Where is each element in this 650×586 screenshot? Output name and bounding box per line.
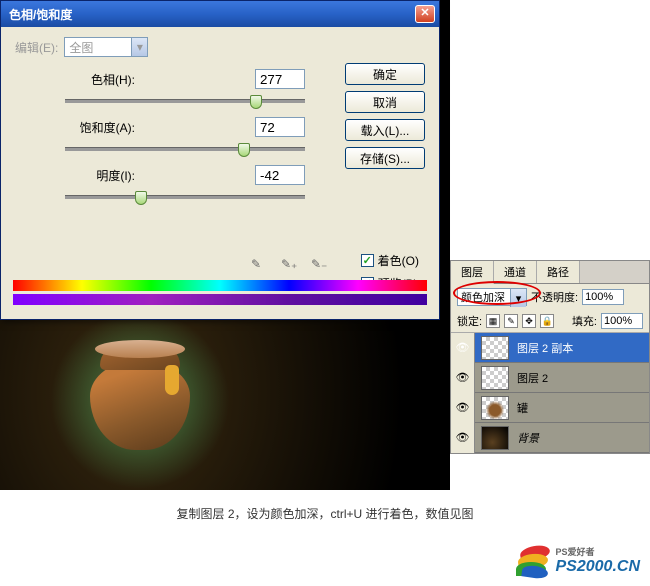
fill-label: 填充: bbox=[572, 313, 597, 329]
dialog-title: 色相/饱和度 bbox=[9, 6, 415, 23]
close-button[interactable]: ✕ bbox=[415, 5, 435, 23]
logo-text: PS爱好者 PS2000.CN bbox=[556, 545, 641, 576]
visibility-eye-icon[interactable]: 👁 bbox=[451, 333, 475, 363]
cancel-button[interactable]: 取消 bbox=[345, 91, 425, 113]
layer-item[interactable]: 👁 图层 2 副本 bbox=[451, 333, 649, 363]
hue-input[interactable] bbox=[255, 69, 305, 89]
saturation-slider[interactable] bbox=[65, 141, 305, 157]
layer-name: 图层 2 bbox=[515, 370, 649, 386]
spectrum-bars bbox=[13, 280, 427, 305]
colorize-label: 着色(O) bbox=[378, 252, 419, 269]
saturation-input[interactable] bbox=[255, 117, 305, 137]
visibility-eye-icon[interactable]: 👁 bbox=[451, 363, 475, 393]
saturation-label: 饱和度(A): bbox=[65, 119, 145, 136]
chevron-down-icon: ▾ bbox=[131, 38, 147, 56]
blend-mode-combo[interactable]: 颜色加深 ▾ bbox=[457, 288, 527, 306]
lock-brush-icon[interactable]: ✎ bbox=[504, 314, 518, 328]
colorize-checkbox[interactable]: ✓ bbox=[361, 254, 374, 267]
layer-name: 图层 2 副本 bbox=[515, 340, 649, 356]
layer-name: 罐 bbox=[515, 400, 649, 416]
hue-slider[interactable] bbox=[65, 93, 305, 109]
lock-all-icon[interactable]: 🔒 bbox=[540, 314, 554, 328]
opacity-label: 不透明度: bbox=[531, 289, 578, 305]
fill-input[interactable] bbox=[601, 313, 643, 329]
lock-label: 锁定: bbox=[457, 313, 482, 329]
tab-paths[interactable]: 路径 bbox=[537, 261, 580, 283]
tab-layers[interactable]: 图层 bbox=[451, 261, 494, 284]
tab-channels[interactable]: 通道 bbox=[494, 261, 537, 283]
edit-label: 编辑(E): bbox=[15, 39, 58, 56]
edit-combo[interactable]: 全图 ▾ bbox=[64, 37, 148, 57]
layer-item[interactable]: 👁 背景 bbox=[451, 423, 649, 453]
logo-swirl-icon bbox=[516, 546, 550, 576]
pot-illustration bbox=[70, 330, 210, 470]
opacity-input[interactable] bbox=[582, 289, 624, 305]
eyedropper-icon[interactable]: ✎ bbox=[251, 257, 269, 275]
layer-thumbnail[interactable] bbox=[481, 336, 509, 360]
eyedropper-subtract-icon[interactable]: ✎₋ bbox=[311, 257, 329, 275]
layer-thumbnail[interactable] bbox=[481, 396, 509, 420]
visibility-eye-icon[interactable]: 👁 bbox=[451, 393, 475, 423]
hue-saturation-dialog: 色相/饱和度 ✕ 编辑(E): 全图 ▾ 色相(H): 饱和度(A): bbox=[0, 0, 440, 320]
lightness-slider[interactable] bbox=[65, 189, 305, 205]
layer-name: 背景 bbox=[515, 430, 649, 446]
chevron-down-icon: ▾ bbox=[510, 289, 526, 307]
ok-button[interactable]: 确定 bbox=[345, 63, 425, 85]
visibility-eye-icon[interactable]: 👁 bbox=[451, 423, 475, 453]
layer-list: 👁 图层 2 副本 👁 图层 2 👁 罐 👁 背景 bbox=[451, 333, 649, 453]
lock-transparency-icon[interactable]: ▦ bbox=[486, 314, 500, 328]
layer-thumbnail[interactable] bbox=[481, 366, 509, 390]
lock-move-icon[interactable]: ✥ bbox=[522, 314, 536, 328]
layer-item[interactable]: 👁 罐 bbox=[451, 393, 649, 423]
site-logo: PS爱好者 PS2000.CN bbox=[516, 545, 641, 576]
instruction-caption: 复制图层 2，设为颜色加深，ctrl+U 进行着色，数值见图 bbox=[0, 505, 650, 522]
load-button[interactable]: 载入(L)... bbox=[345, 119, 425, 141]
dialog-titlebar[interactable]: 色相/饱和度 ✕ bbox=[1, 1, 439, 27]
layers-panel: 图层 通道 路径 颜色加深 ▾ 不透明度: 锁定: ▦ ✎ ✥ 🔒 填充: 👁 … bbox=[450, 260, 650, 454]
eyedropper-add-icon[interactable]: ✎₊ bbox=[281, 257, 299, 275]
layer-item[interactable]: 👁 图层 2 bbox=[451, 363, 649, 393]
layer-thumbnail[interactable] bbox=[481, 426, 509, 450]
lightness-label: 明度(I): bbox=[65, 167, 145, 184]
hue-label: 色相(H): bbox=[65, 71, 145, 88]
lightness-input[interactable] bbox=[255, 165, 305, 185]
save-button[interactable]: 存储(S)... bbox=[345, 147, 425, 169]
